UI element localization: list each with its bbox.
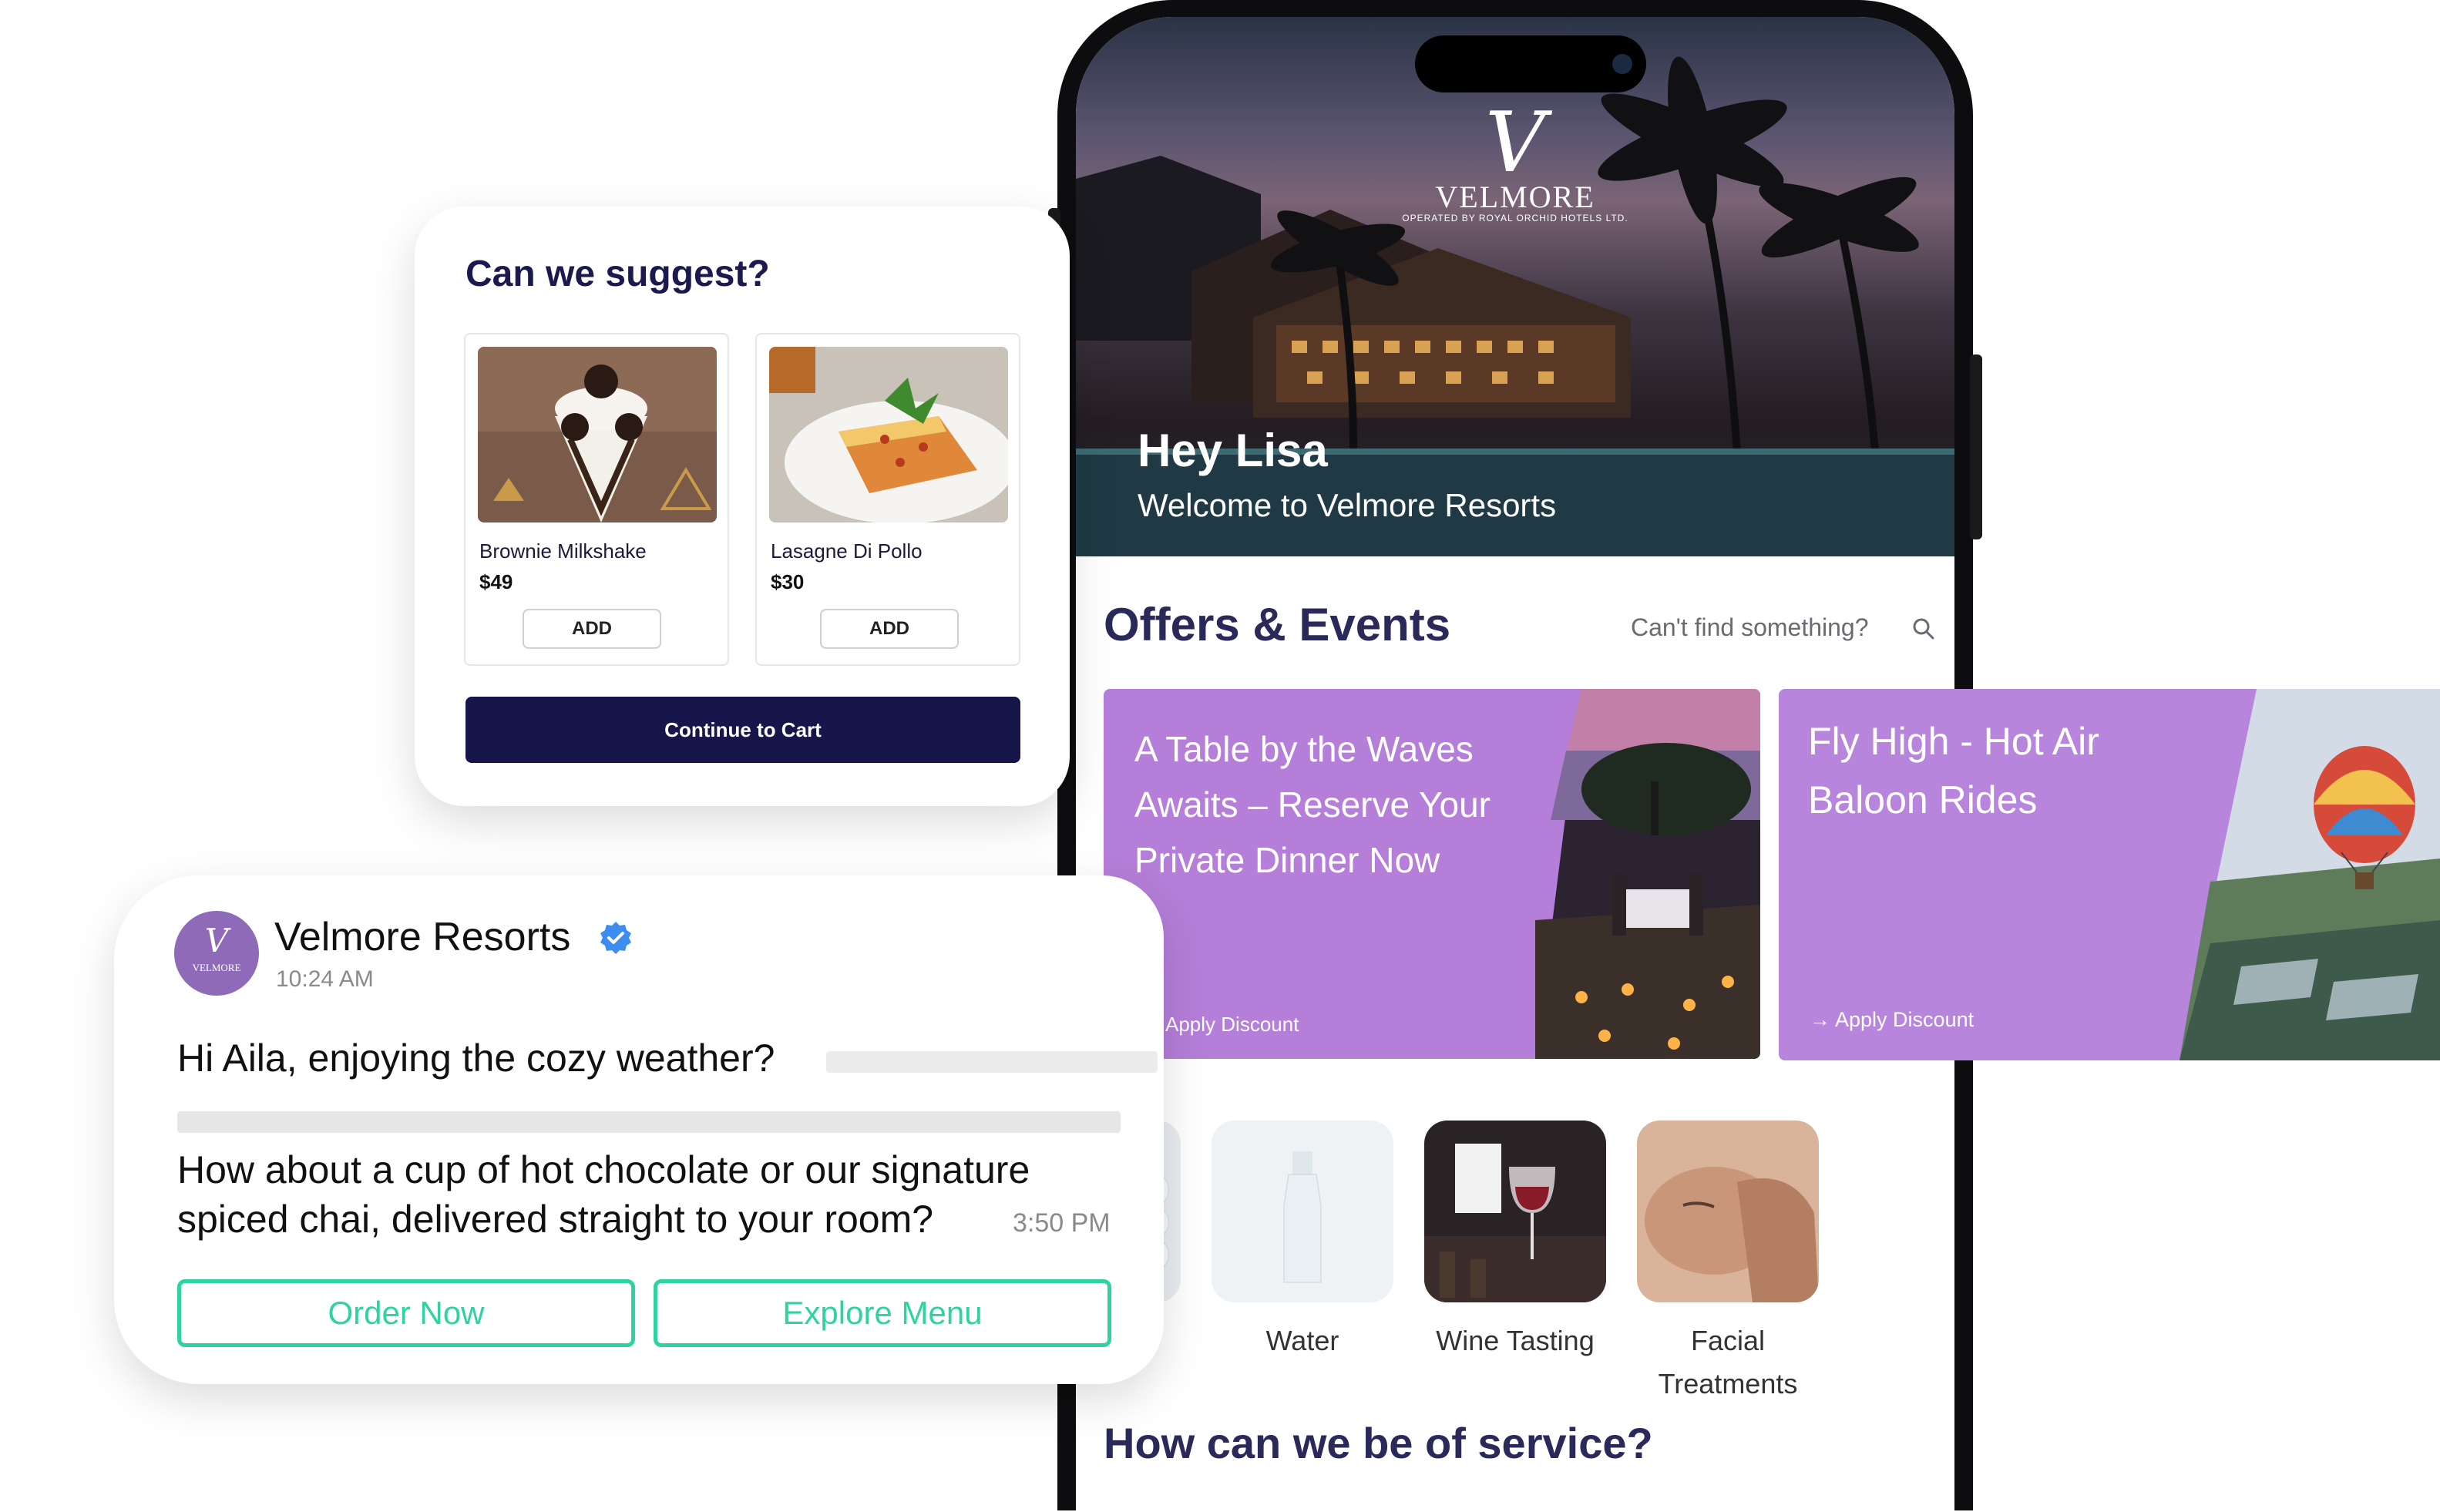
service-label: Water [1265, 1325, 1339, 1356]
service-label: Facial Treatments [1658, 1325, 1798, 1399]
wine-glass-image [1424, 1121, 1606, 1302]
brownie-milkshake-image [478, 347, 717, 522]
camera-dot [1612, 54, 1632, 74]
placeholder-bar [177, 1111, 1121, 1133]
brand-logo-name: VELMORE [1435, 180, 1595, 214]
apply-discount-link[interactable]: Apply Discount [1165, 1013, 1299, 1037]
chat-message-card: V VELMORE Velmore Resorts 10:24 AM Hi Ai… [114, 875, 1164, 1384]
lasagne-image [769, 347, 1008, 522]
suggestion-card: Can we suggest? Brownie Milkshake $49 AD… [415, 207, 1070, 806]
suggestion-title: Can we suggest? [465, 254, 770, 294]
verified-badge-icon [600, 922, 631, 954]
sender-name: Velmore Resorts [274, 915, 571, 959]
apply-discount-label: Apply Discount [1835, 1008, 1975, 1031]
dynamic-island [1415, 35, 1646, 92]
add-button[interactable]: ADD [820, 609, 959, 649]
avatar-logo-mark: V [204, 922, 229, 959]
add-button[interactable]: ADD [523, 609, 661, 649]
placeholder-bar [826, 1051, 1158, 1073]
chat-message: Hi Aila, enjoying the cozy weather? [177, 1037, 775, 1080]
offer-title: Fly High - Hot Air Baloon Rides [1808, 720, 2099, 822]
message-timestamp: 3:50 PM [1013, 1208, 1111, 1238]
welcome-subtitle: Welcome to Velmore Resorts [1138, 487, 1557, 523]
explore-menu-button[interactable]: Explore Menu [654, 1279, 1111, 1347]
service-water[interactable]: Water [1212, 1121, 1393, 1362]
message-timestamp: 10:24 AM [276, 966, 374, 992]
apply-discount-link[interactable]: → Apply Discount [1810, 1008, 1974, 1032]
brand-logo-mark: V [1485, 95, 1545, 191]
offer-title: A Table by the Waves Awaits – Reserve Yo… [1134, 729, 1491, 880]
product-name: Brownie Milkshake [479, 539, 647, 563]
product-card-brownie-milkshake[interactable]: Brownie Milkshake $49 ADD [464, 333, 729, 666]
avatar-logo-name: VELMORE [192, 962, 241, 973]
power-button [1970, 354, 1982, 539]
offer-card-hot-air-balloon[interactable]: Fly High - Hot Air Baloon Rides → Apply … [1779, 689, 2440, 1060]
service-label: Wine Tasting [1436, 1325, 1595, 1356]
chat-message: How about a cup of hot chocolate or our … [177, 1148, 1030, 1241]
product-card-lasagne-di-pollo[interactable]: Lasagne Di Pollo $30 ADD [755, 333, 1020, 666]
greeting-title: Hey Lisa [1138, 425, 1328, 476]
avatar: V VELMORE [174, 911, 259, 996]
beach-dinner-photo [1535, 689, 1760, 1059]
search-hint[interactable]: Can't find something? [1631, 613, 1869, 642]
search-icon[interactable] [1910, 615, 1938, 643]
service-facial-treatments[interactable]: Facial Treatments [1637, 1121, 1819, 1406]
water-bottle-image [1212, 1121, 1393, 1302]
product-price: $30 [771, 570, 805, 593]
product-price: $49 [479, 570, 513, 593]
facial-image [1637, 1121, 1819, 1302]
service-section-title: How can we be of service? [1104, 1419, 1653, 1467]
brand-logo-tagline: OPERATED BY ROYAL ORCHID HOTELS LTD. [1402, 213, 1628, 223]
order-now-button[interactable]: Order Now [177, 1279, 635, 1347]
offers-section-title: Offers & Events [1104, 599, 1451, 650]
offer-card-private-dinner[interactable]: A Table by the Waves Awaits – Reserve Yo… [1104, 689, 1760, 1059]
continue-to-cart-button[interactable]: Continue to Cart [465, 697, 1020, 763]
hero-banner: V VELMORE OPERATED BY ROYAL ORCHID HOTEL… [1076, 17, 1954, 556]
service-wine-tasting[interactable]: Wine Tasting [1424, 1121, 1606, 1362]
product-name: Lasagne Di Pollo [771, 539, 923, 563]
arrow-right-icon: → [1810, 1008, 1830, 1031]
